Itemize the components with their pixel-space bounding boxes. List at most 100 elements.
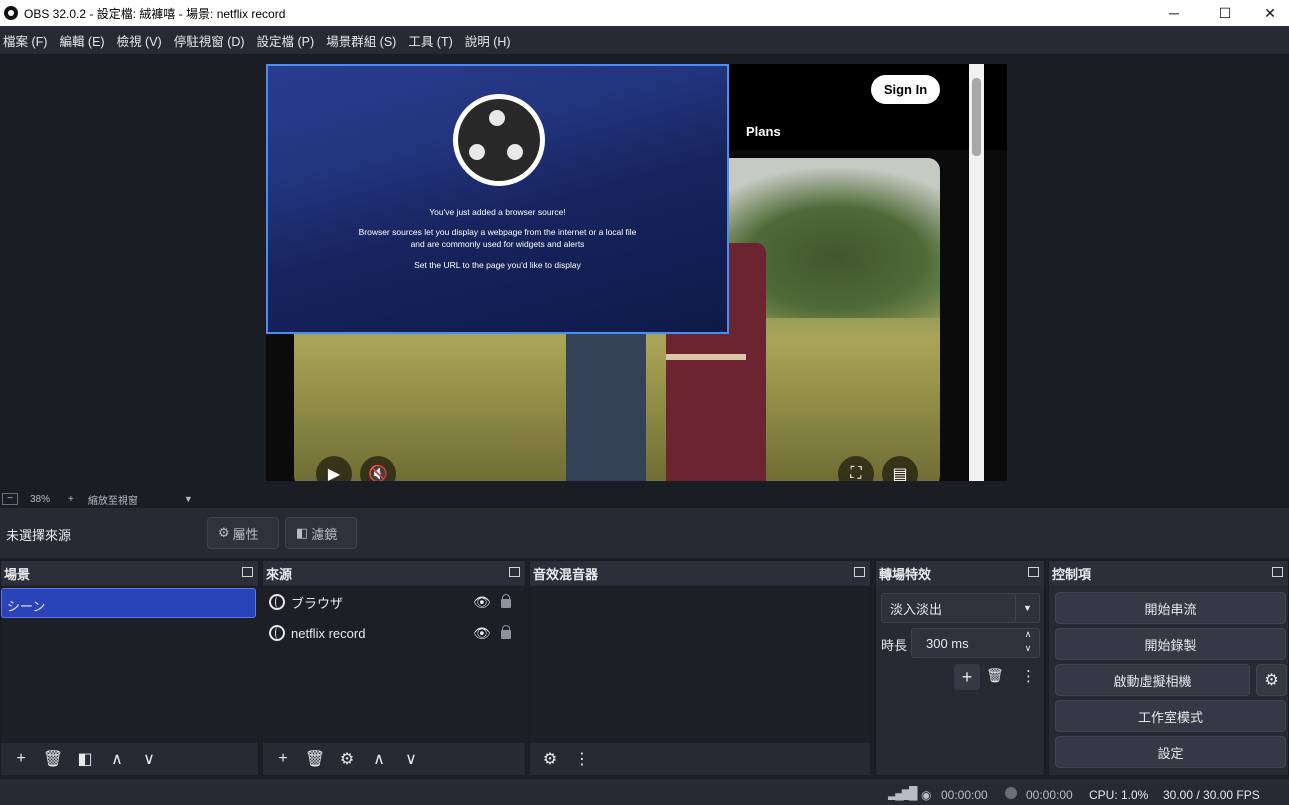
title-bar: OBS 32.0.2 - 設定檔: 絨褲嘻 - 場景: netflix reco… bbox=[0, 0, 1289, 26]
browser-source-heading: You've just added a browser source! bbox=[429, 207, 566, 217]
scenes-dock: 場景 シーン + 🗑 ◧ ∧ ∨ bbox=[0, 560, 259, 776]
status-bar: ▂▄▆█ ◉ 00:00:00 00:00:00 CPU: 1.0% 30.00… bbox=[0, 778, 1289, 805]
page-scrollbar bbox=[969, 64, 984, 481]
list-item[interactable]: ブラウザ 👁 bbox=[269, 588, 519, 616]
gear-icon[interactable]: ⚙ bbox=[331, 749, 363, 769]
stream-time: 00:00:00 bbox=[941, 788, 988, 802]
chevron-down-icon[interactable]: ∨ bbox=[133, 749, 165, 769]
minimize-icon[interactable]: ─ bbox=[1151, 0, 1197, 26]
undock-icon[interactable] bbox=[509, 567, 520, 577]
transitions-title: 轉場特效 bbox=[879, 566, 932, 582]
duration-field[interactable]: 300 ms ∧ ∨ bbox=[911, 628, 1040, 658]
menu-profile[interactable]: 設定檔 (P) bbox=[254, 31, 322, 50]
start-streaming-button[interactable]: 開始串流 bbox=[1055, 592, 1286, 624]
source-toolbar: 未選擇來源 ⚙ 屬性 ◧ 濾鏡 bbox=[0, 508, 1289, 558]
chevron-up-icon[interactable]: ∧ bbox=[363, 749, 395, 769]
browser-source-hint: Set the URL to the page you'd like to di… bbox=[414, 260, 581, 270]
menu-docks[interactable]: 停駐視窗 (D) bbox=[171, 31, 252, 50]
sources-title: 來源 bbox=[266, 566, 293, 582]
source-name: netflix record bbox=[291, 625, 366, 641]
add-icon[interactable]: + bbox=[954, 664, 980, 690]
globe-icon bbox=[269, 625, 285, 641]
eye-icon[interactable]: 👁 bbox=[473, 625, 491, 642]
cpu-usage: CPU: 1.0% bbox=[1089, 788, 1149, 802]
window-title: OBS 32.0.2 - 設定檔: 絨褲嘻 - 場景: netflix reco… bbox=[24, 6, 286, 21]
add-icon[interactable]: + bbox=[5, 750, 37, 768]
stepper-up-icon[interactable]: ∧ bbox=[1017, 629, 1039, 643]
duration-label: 時長 bbox=[881, 638, 908, 653]
undock-icon[interactable] bbox=[1028, 567, 1039, 577]
add-icon[interactable]: + bbox=[267, 750, 299, 768]
menu-file[interactable]: 檔案 (F) bbox=[0, 31, 54, 50]
more-options-icon[interactable]: ⋮ bbox=[566, 749, 598, 769]
record-time: 00:00:00 bbox=[1026, 788, 1073, 802]
lock-icon[interactable] bbox=[501, 594, 511, 608]
advanced-audio-icon[interactable]: ⚙ bbox=[534, 749, 566, 769]
properties-button[interactable]: ⚙ 屬性 bbox=[207, 517, 279, 549]
start-virtual-camera-button[interactable]: 啟動虛擬相機 bbox=[1055, 664, 1250, 696]
zoom-mode[interactable]: 縮放至視窗 bbox=[88, 492, 138, 507]
obs-logo-icon bbox=[453, 94, 545, 186]
trash-icon[interactable]: 🗑 bbox=[986, 667, 1004, 684]
preview-canvas[interactable]: Sign In Plans ▶ 🔇 ⛶ ▤ You've just added … bbox=[266, 64, 1007, 481]
list-item[interactable]: シーン bbox=[1, 588, 256, 618]
sign-in-button: Sign In bbox=[871, 75, 940, 104]
chevron-down-icon[interactable]: ∨ bbox=[395, 749, 427, 769]
eye-icon[interactable]: 👁 bbox=[473, 594, 491, 611]
source-name: ブラウザ bbox=[291, 595, 344, 611]
trash-icon[interactable]: 🗑 bbox=[299, 749, 331, 769]
chevron-down-icon[interactable]: ▼ bbox=[184, 494, 193, 504]
gear-icon[interactable]: ⚙ bbox=[1256, 664, 1287, 696]
list-item[interactable]: netflix record 👁 bbox=[269, 619, 519, 647]
stream-indicator-icon: ◉ bbox=[921, 788, 932, 802]
settings-button[interactable]: 設定 bbox=[1055, 736, 1286, 768]
trash-icon[interactable]: 🗑 bbox=[37, 749, 69, 769]
filters-button[interactable]: ◧ 濾鏡 bbox=[285, 517, 357, 549]
stepper-down-icon[interactable]: ∨ bbox=[1017, 643, 1039, 657]
zoom-out-button[interactable]: − bbox=[2, 493, 18, 505]
menu-edit[interactable]: 編輯 (E) bbox=[56, 31, 111, 50]
scenes-title: 場景 bbox=[4, 566, 31, 582]
undock-icon[interactable] bbox=[1272, 567, 1283, 577]
controls-dock: 控制項 開始串流 開始錄製 啟動虛擬相機 ⚙ 工作室模式 設定 bbox=[1048, 560, 1289, 776]
signal-bars-icon: ▂▄▆█ bbox=[888, 786, 918, 800]
record-indicator-icon bbox=[1005, 787, 1017, 799]
maximize-icon[interactable]: ☐ bbox=[1202, 0, 1248, 26]
chevron-down-icon: ▼ bbox=[1015, 594, 1039, 622]
chevron-up-icon[interactable]: ∧ bbox=[101, 749, 133, 769]
lock-icon[interactable] bbox=[501, 625, 511, 639]
transitions-dock: 轉場特效 淡入淡出 ▼ 時長 300 ms ∧ ∨ + 🗑 ⋮ bbox=[875, 560, 1045, 776]
audio-mixer-dock: 音效混音器 ⚙ ⋮ bbox=[529, 560, 871, 776]
browser-source-desc-2: and are commonly used for widgets and al… bbox=[410, 239, 585, 249]
filter-icon[interactable]: ◧ bbox=[69, 749, 101, 769]
zoom-in-button[interactable]: + bbox=[68, 494, 74, 505]
plans-link: Plans bbox=[746, 124, 781, 139]
fps-readout: 30.00 / 30.00 FPS bbox=[1163, 788, 1260, 802]
obs-logo-icon bbox=[4, 6, 18, 20]
close-icon[interactable]: ✕ bbox=[1247, 0, 1289, 26]
globe-icon bbox=[269, 594, 285, 610]
more-options-icon[interactable]: ⋮ bbox=[1021, 667, 1036, 685]
menu-scene-collection[interactable]: 場景群組 (S) bbox=[323, 31, 403, 50]
gear-icon: ⚙ bbox=[218, 525, 230, 540]
menu-bar: 檔案 (F) 編輯 (E) 檢視 (V) 停駐視窗 (D) 設定檔 (P) 場景… bbox=[0, 26, 1289, 54]
menu-help[interactable]: 說明 (H) bbox=[462, 31, 518, 50]
browser-source-desc-1: Browser sources let you display a webpag… bbox=[358, 227, 637, 237]
undock-icon[interactable] bbox=[854, 567, 865, 577]
no-source-label: 未選擇來源 bbox=[6, 528, 72, 543]
filter-icon: ◧ bbox=[296, 525, 309, 540]
transition-select[interactable]: 淡入淡出 ▼ bbox=[881, 593, 1040, 623]
zoom-percent: 38% bbox=[30, 493, 51, 505]
menu-view[interactable]: 檢視 (V) bbox=[114, 31, 169, 50]
undock-icon[interactable] bbox=[242, 567, 253, 577]
zoom-bar: − 38% + 縮放至視窗 ▼ bbox=[0, 490, 1289, 508]
scenes-list: シーン bbox=[1, 586, 258, 743]
audio-mixer-area bbox=[530, 586, 870, 743]
sources-dock: 來源 ブラウザ 👁 netflix record 👁 + 🗑 ⚙ ∧ ∨ bbox=[262, 560, 526, 776]
start-recording-button[interactable]: 開始錄製 bbox=[1055, 628, 1286, 660]
audio-mixer-title: 音效混音器 bbox=[533, 566, 599, 582]
studio-mode-button[interactable]: 工作室模式 bbox=[1055, 700, 1286, 732]
menu-tools[interactable]: 工具 (T) bbox=[405, 31, 459, 50]
browser-source-placeholder[interactable]: You've just added a browser source! Brow… bbox=[266, 64, 729, 334]
sources-list: ブラウザ 👁 netflix record 👁 bbox=[263, 586, 525, 743]
